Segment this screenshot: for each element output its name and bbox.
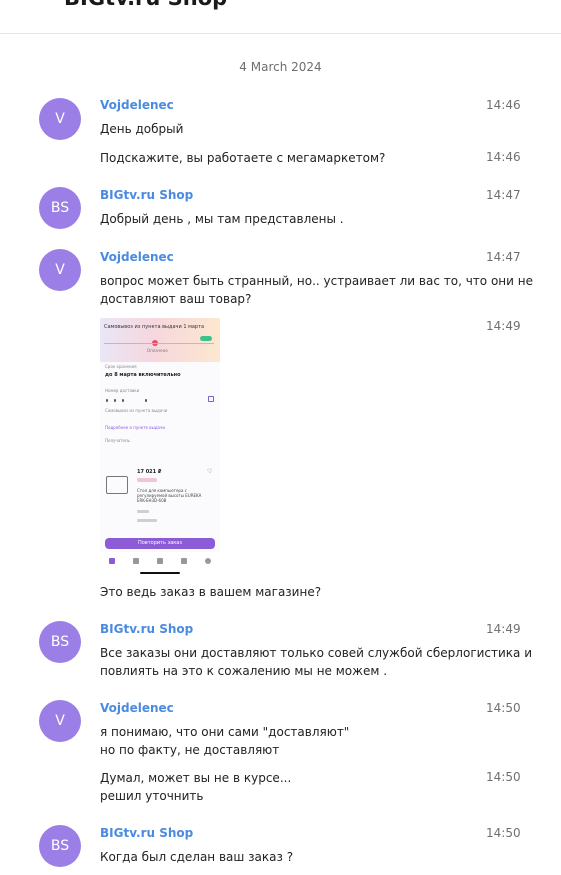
image-recipient-label: Получатель <box>105 438 130 443</box>
message-author[interactable]: BIGtv.ru Shop <box>100 826 193 840</box>
message-text: День добрый <box>100 122 184 136</box>
avatar[interactable]: V <box>39 700 81 742</box>
message-text-line: я понимаю, что они сами "доставляют" <box>100 725 350 739</box>
image-code-digit <box>122 399 124 402</box>
chat-title: BIGtv.ru Shop <box>64 0 227 10</box>
image-meta-line <box>137 510 149 513</box>
message-author[interactable]: Vojdelenec <box>100 250 174 264</box>
message-text-line: решил уточнить <box>100 789 204 803</box>
image-code-digit <box>106 399 108 402</box>
message-text-line: Все заказы они доставляют только совей с… <box>100 646 533 660</box>
message-author[interactable]: BIGtv.ru Shop <box>100 622 193 636</box>
image-details-link: Подробнее о пункте выдачи <box>105 425 165 430</box>
image-period-value: до 8 марта включительно <box>105 372 181 378</box>
message-text: Добрый день , мы там представлены . <box>100 212 344 226</box>
avatar[interactable]: V <box>39 249 81 291</box>
message-time: 14:46 <box>486 150 521 164</box>
image-code-digit <box>114 399 116 402</box>
avatar[interactable]: BS <box>39 621 81 663</box>
image-home-indicator <box>140 572 180 574</box>
product-thumbnail <box>106 476 128 494</box>
image-nav-home-icon <box>109 558 115 564</box>
image-heart-icon: ♡ <box>207 468 213 475</box>
message-text: Подскажите, вы работаете с мегамаркетом? <box>100 151 386 165</box>
message-time: 14:50 <box>486 701 521 715</box>
avatar[interactable]: V <box>39 98 81 140</box>
image-price: 17 021 ₽ <box>137 469 162 475</box>
image-toggle <box>200 336 212 341</box>
image-code-digit <box>145 399 147 402</box>
image-nav-cart-icon <box>157 558 163 564</box>
message-author[interactable]: Vojdelenec <box>100 98 174 112</box>
image-product-desc: Стол для компьютера с регулируемой высот… <box>137 488 202 503</box>
message-text-line: повлиять на это к сожалению мы не можем … <box>100 664 388 678</box>
image-nav-profile-icon <box>205 558 211 564</box>
avatar[interactable]: BS <box>39 187 81 229</box>
image-progress-line <box>104 343 214 344</box>
message-text-line: доставляют ваш товар? <box>100 292 252 306</box>
message-author[interactable]: Vojdelenec <box>100 701 174 715</box>
message-time: 14:47 <box>486 188 521 202</box>
image-copy-icon <box>208 396 214 402</box>
message-time: 14:49 <box>486 622 521 636</box>
chat-header: BIGtv.ru Shop <box>0 0 561 34</box>
message-time: 14:46 <box>486 98 521 112</box>
image-status-label: Оплачено <box>147 348 168 353</box>
image-top-text: Самовывоз из пункта выдачи 1 марта <box>104 324 205 330</box>
image-price-badge <box>137 478 157 482</box>
date-separator: 4 March 2024 <box>239 60 322 74</box>
avatar[interactable]: BS <box>39 825 81 867</box>
message-text-line: Думал, может вы не в курсе... <box>100 771 292 785</box>
message-text-line: но по факту, не доставляют <box>100 743 280 757</box>
message-text: Это ведь заказ в вашем магазине? <box>100 585 322 599</box>
image-pickup-text: Самовывоз из пункта выдачи <box>105 408 168 413</box>
image-meta-line <box>137 519 157 522</box>
image-period-label: Срок хранения <box>105 364 137 369</box>
message-time: 14:50 <box>486 770 521 784</box>
image-code-label: Номер доставки <box>105 388 140 393</box>
message-time: 14:49 <box>486 319 521 333</box>
image-nav-catalog-icon <box>133 558 139 564</box>
attached-image[interactable]: Самовывоз из пункта выдачи 1 марта Оплач… <box>100 318 220 576</box>
image-repeat-button: Повторить заказ <box>105 538 215 549</box>
message-text: Когда был сделан ваш заказ ? <box>100 850 294 864</box>
image-nav-favorites-icon <box>181 558 187 564</box>
message-author[interactable]: BIGtv.ru Shop <box>100 188 193 202</box>
message-time: 14:50 <box>486 826 521 840</box>
message-time: 14:47 <box>486 250 521 264</box>
message-text-line: вопрос может быть странный, но.. устраив… <box>100 274 533 288</box>
